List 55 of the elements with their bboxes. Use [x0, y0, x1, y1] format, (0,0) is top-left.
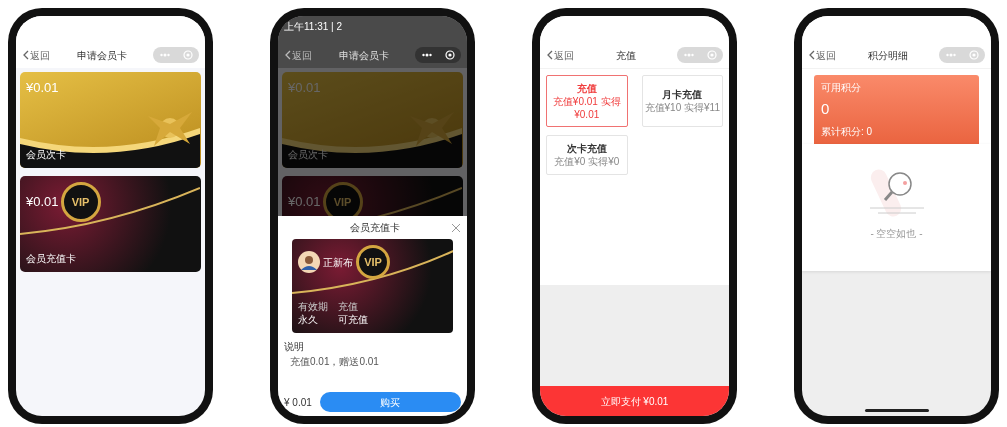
- total-price: ¥ 0.01: [284, 395, 312, 410]
- card-price: ¥0.01: [26, 79, 60, 97]
- points-value: 0: [821, 99, 831, 119]
- avatar-icon: [298, 251, 320, 273]
- card-price: ¥0.01: [26, 193, 59, 212]
- recharge-option[interactable]: 次卡充值 充值¥0 实得¥0: [546, 135, 628, 175]
- empty-text: - 空空如也 -: [870, 226, 923, 241]
- back-button[interactable]: 返回: [808, 47, 836, 63]
- section-title: 说明: [284, 340, 305, 354]
- ribbon-member-card[interactable]: ¥0.01 会员次卡: [282, 72, 463, 168]
- field-value: 可充值: [338, 313, 368, 327]
- page-title: 申请会员卡: [337, 48, 390, 63]
- sheet-title: 会员充值卡: [348, 221, 401, 235]
- back-button[interactable]: 返回: [22, 47, 50, 63]
- recharge-option[interactable]: 充值 充值¥0.01 实得¥0.01: [546, 75, 628, 127]
- close-icon[interactable]: [451, 222, 461, 233]
- close-circle-icon: [968, 50, 979, 60]
- field-label: 有效期: [298, 302, 328, 312]
- description-text: 充值0.01，赠送0.01: [290, 355, 380, 369]
- buy-button[interactable]: 购买: [319, 392, 461, 412]
- recharge-option[interactable]: 月卡充值 充值¥10 实得¥11: [641, 75, 723, 127]
- points-total: 累计积分: 0: [821, 124, 874, 139]
- more-icon: [421, 53, 432, 57]
- card-name: 会员充值卡: [26, 252, 77, 266]
- page-title: 充值: [614, 48, 637, 63]
- back-button[interactable]: 返回: [546, 47, 574, 63]
- field-label: 充值: [338, 302, 359, 312]
- status-time: 上午11:31 | 2: [284, 20, 342, 34]
- holder-name: 正新布: [323, 255, 353, 270]
- points-label: 可用积分: [821, 81, 862, 95]
- more-icon: [945, 53, 956, 57]
- vip-emblem: VIP: [356, 245, 390, 279]
- page-title: 申请会员卡: [75, 48, 128, 63]
- page-title: 积分明细: [866, 48, 909, 63]
- home-indicator: [864, 409, 929, 412]
- close-circle-icon: [182, 50, 193, 60]
- chevron-left-icon: [284, 50, 292, 60]
- chevron-left-icon: [22, 50, 30, 60]
- pay-now-button[interactable]: 立即支付 ¥0.01: [540, 386, 729, 416]
- more-icon: [683, 53, 694, 57]
- card-price: ¥0.01: [288, 79, 322, 97]
- card-price: ¥0.01: [288, 193, 321, 212]
- close-circle-icon: [444, 50, 455, 60]
- capsule-menu[interactable]: [415, 47, 461, 63]
- card-name: 会员次卡: [288, 148, 329, 162]
- vip-emblem: VIP: [60, 182, 101, 222]
- card-name: 会员次卡: [26, 148, 67, 162]
- more-icon: [159, 53, 170, 57]
- chevron-left-icon: [808, 50, 816, 60]
- field-value: 永久: [298, 313, 319, 327]
- vip-member-card[interactable]: ¥0.01 VIP 会员充值卡: [20, 176, 201, 272]
- back-button[interactable]: 返回: [284, 47, 312, 63]
- chevron-left-icon: [546, 50, 554, 60]
- close-circle-icon: [706, 50, 717, 60]
- ribbon-member-card[interactable]: ¥0.01 会员次卡: [20, 72, 201, 168]
